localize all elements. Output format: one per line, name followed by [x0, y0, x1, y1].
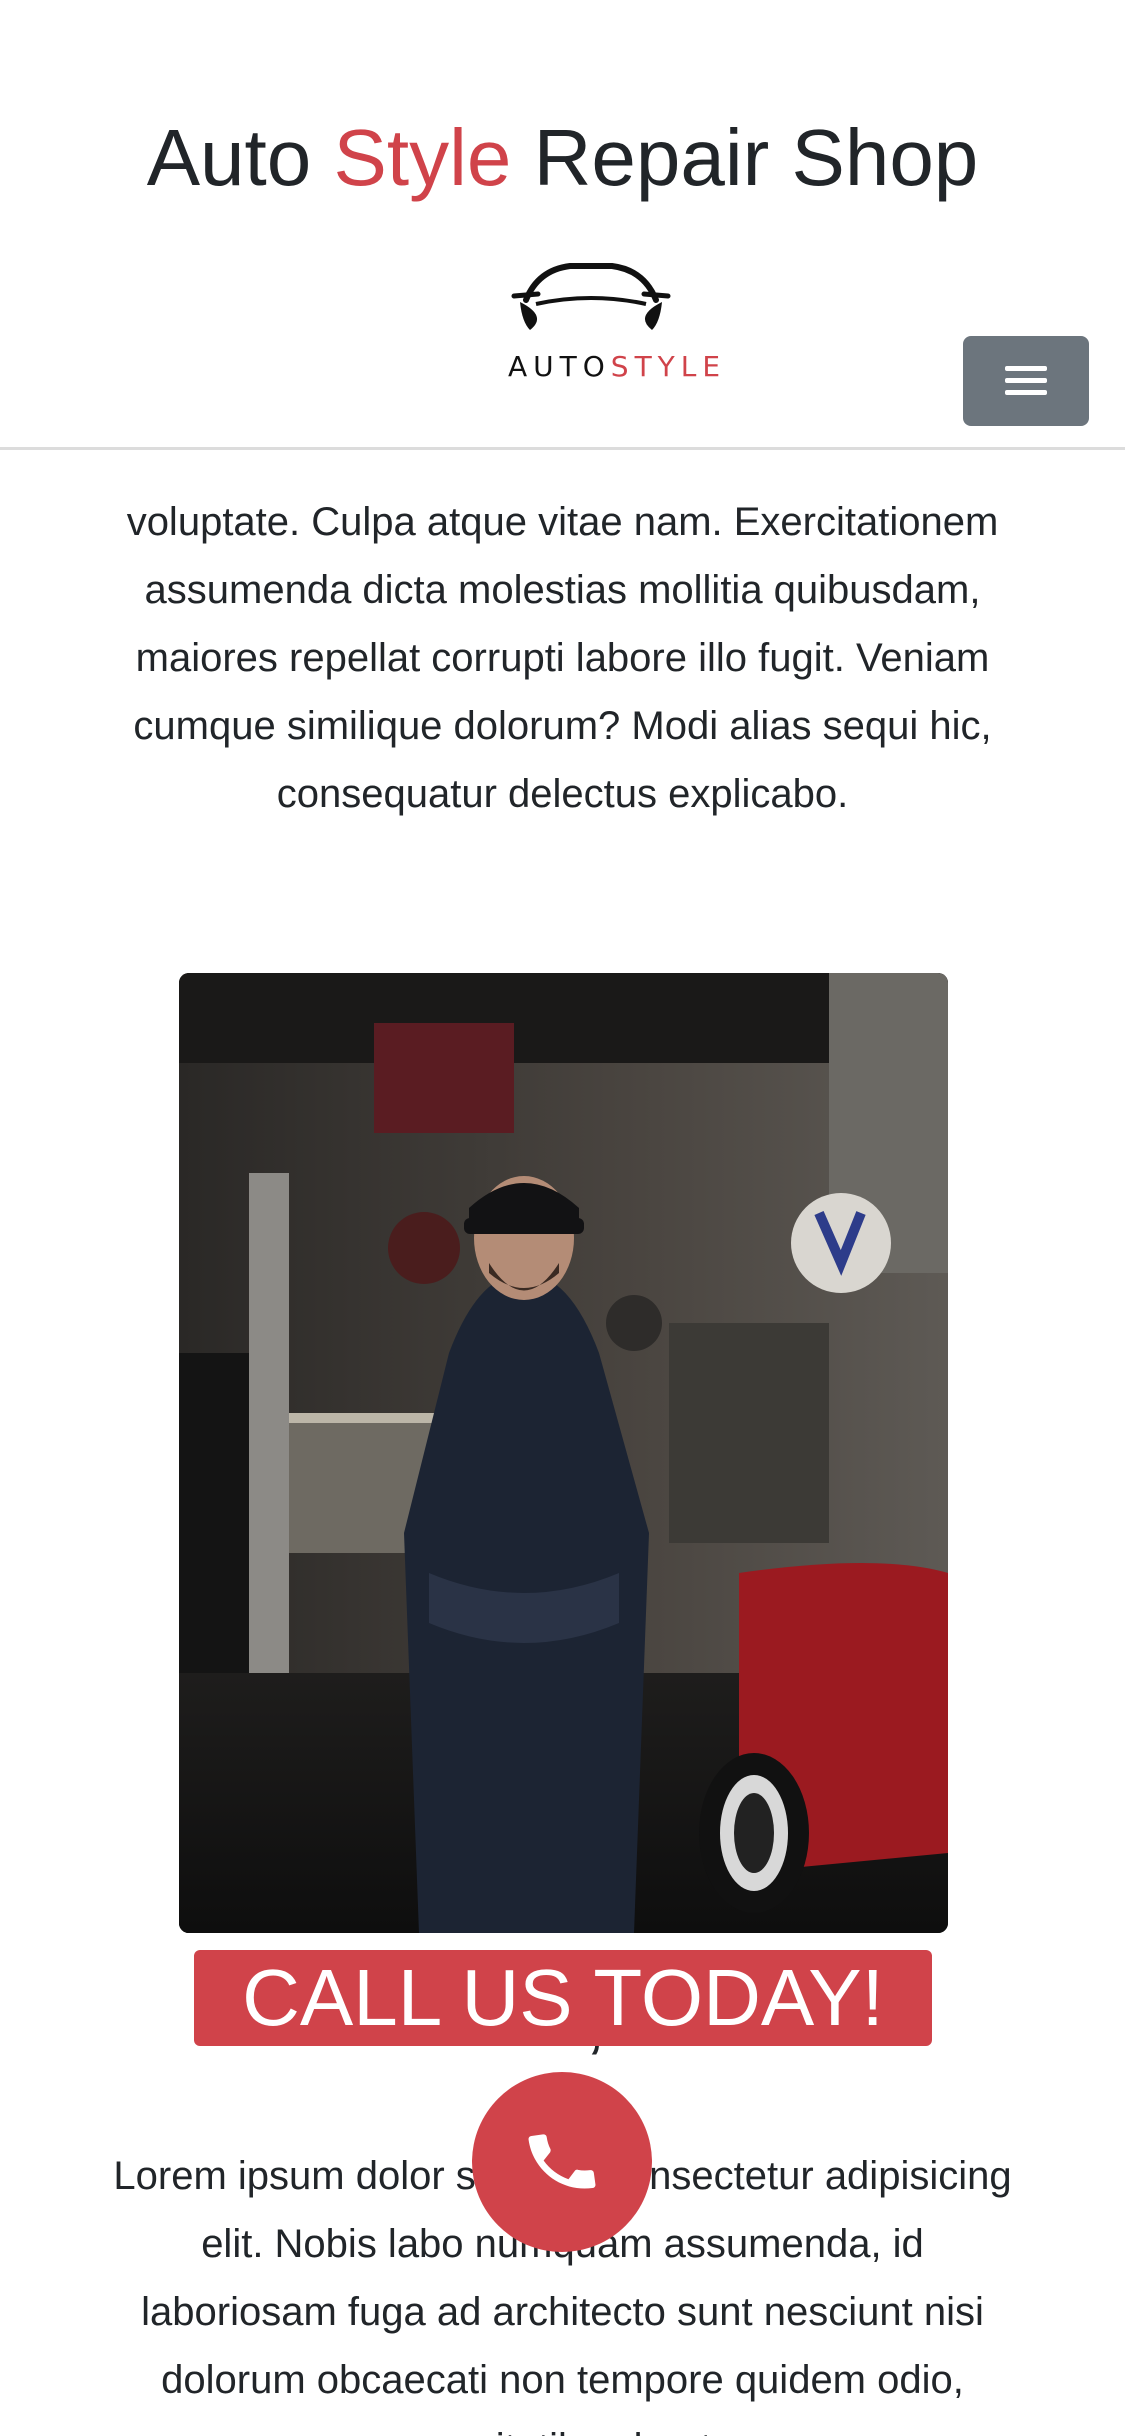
site-title[interactable]: Auto Style Repair Shop — [0, 108, 1125, 208]
site-title-part2: Repair Shop — [511, 113, 979, 202]
menu-toggle-button[interactable] — [963, 336, 1089, 426]
page: voluptate. Culpa atque vitae nam. Exerci… — [0, 0, 1125, 2436]
logo-text-auto: AUTO — [508, 350, 611, 383]
phone-icon — [528, 2134, 596, 2189]
brand-logo[interactable]: AUTOSTYLE — [508, 256, 720, 384]
intro-paragraph: voluptate. Culpa atque vitae nam. Exerci… — [126, 500, 999, 816]
logo-wordmark: AUTOSTYLE — [508, 350, 720, 383]
site-title-part1: Auto — [146, 113, 334, 202]
site-title-accent: Style — [333, 113, 512, 202]
owner-photo — [179, 973, 948, 1933]
call-us-banner[interactable]: CALL US TODAY! — [194, 1950, 932, 2046]
car-logo-icon — [511, 263, 671, 330]
logo-text-style: STYLE — [610, 350, 727, 383]
call-phone-button[interactable] — [472, 2072, 652, 2252]
site-header: Auto Style Repair Shop AUTOSTYLE — [0, 0, 1125, 450]
